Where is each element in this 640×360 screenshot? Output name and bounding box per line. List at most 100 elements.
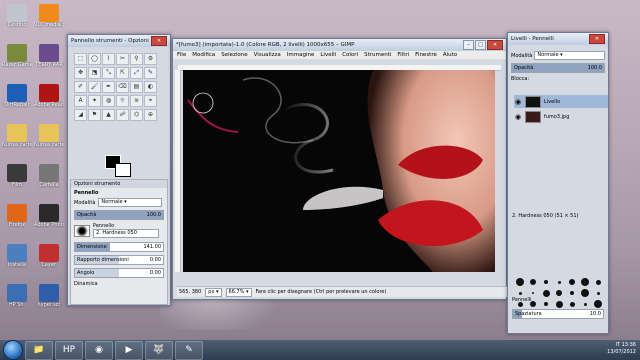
brush-option[interactable] bbox=[579, 299, 591, 309]
unit-select[interactable]: px ▾ bbox=[205, 287, 222, 297]
background-color[interactable] bbox=[115, 163, 131, 177]
layers-titlebar[interactable]: Livelli - Pennelli ✕ bbox=[508, 33, 608, 45]
desktop-icon[interactable]: VLC media player bbox=[34, 4, 64, 28]
taskbar-app-icon[interactable]: ✎ bbox=[175, 340, 203, 360]
menu-item[interactable]: Aiuto bbox=[443, 52, 457, 58]
toolbox-window[interactable]: Pannello strumenti - Opzioni stru... ✕ ⬚… bbox=[67, 34, 171, 306]
menu-item[interactable]: Colori bbox=[342, 52, 358, 58]
tool-button[interactable]: ⚙ bbox=[144, 53, 157, 65]
menu-item[interactable]: Strumenti bbox=[364, 52, 391, 58]
desktop-icon[interactable]: Nuova cartella bbox=[2, 124, 32, 148]
spacing-slider[interactable]: Spaziatura 10.0 bbox=[512, 309, 604, 319]
brush-option[interactable] bbox=[579, 277, 591, 287]
tool-button[interactable]: ⌬ bbox=[130, 109, 143, 121]
size-slider[interactable]: Dimensione 141.00 bbox=[74, 242, 164, 252]
desktop-icon[interactable]: Razer Game Booster bbox=[2, 44, 32, 68]
taskbar-app-icon[interactable]: 📁 bbox=[25, 340, 53, 360]
tool-button[interactable]: ◯ bbox=[88, 53, 101, 65]
menu-item[interactable]: Selezione bbox=[221, 52, 247, 58]
tool-button[interactable]: A bbox=[74, 95, 87, 107]
brush-option[interactable] bbox=[514, 277, 526, 287]
tool-button[interactable]: ⬚ bbox=[74, 53, 87, 65]
menu-item[interactable]: Modifica bbox=[192, 52, 215, 58]
brush-option[interactable] bbox=[540, 299, 552, 309]
tool-button[interactable]: ▲ bbox=[102, 109, 115, 121]
tool-button[interactable]: ⊕ bbox=[144, 109, 157, 121]
taskbar-app-icon[interactable]: ◉ bbox=[85, 340, 113, 360]
brush-option[interactable] bbox=[566, 299, 578, 309]
brush-option[interactable] bbox=[540, 277, 552, 287]
close-button[interactable]: ✕ bbox=[151, 36, 167, 46]
brush-option[interactable] bbox=[592, 288, 604, 298]
tool-button[interactable]: ✥ bbox=[74, 67, 87, 79]
menu-item[interactable]: Filtri bbox=[397, 52, 409, 58]
brush-name-field[interactable]: 2. Hardness 050 bbox=[93, 229, 159, 238]
desktop-icon[interactable]: Adobe Reader bbox=[34, 84, 64, 108]
desktop-icon[interactable]: Nuova cartella (2) bbox=[34, 124, 64, 148]
close-button[interactable]: ✕ bbox=[589, 34, 605, 44]
desktop-icon[interactable]: TERRY RAR bbox=[34, 44, 64, 68]
brush-option[interactable] bbox=[553, 299, 565, 309]
brush-preview[interactable] bbox=[74, 224, 90, 237]
tool-button[interactable]: ◐ bbox=[144, 81, 157, 93]
desktop-icon[interactable]: DirtRepair bbox=[2, 84, 32, 108]
desktop-icon[interactable]: HP Sh. bbox=[2, 284, 32, 308]
menu-item[interactable]: Livelli bbox=[320, 52, 336, 58]
desktop-icon[interactable]: hyper.scr bbox=[34, 284, 64, 308]
color-swatches[interactable] bbox=[105, 155, 131, 177]
brush-option[interactable] bbox=[566, 277, 578, 287]
start-button[interactable] bbox=[3, 340, 23, 360]
brush-option[interactable] bbox=[579, 288, 591, 298]
tool-button[interactable]: 🖌 bbox=[88, 81, 101, 93]
tool-button[interactable]: ⬔ bbox=[88, 67, 101, 79]
tool-button[interactable]: ⤡ bbox=[102, 67, 115, 79]
menu-item[interactable]: Immagine bbox=[287, 52, 315, 58]
tool-button[interactable]: ⚑ bbox=[88, 109, 101, 121]
layer-mode-select[interactable]: Normale ▾ bbox=[534, 51, 605, 60]
angle-slider[interactable]: Angolo 0.00 bbox=[74, 268, 164, 278]
tool-button[interactable]: ⌇ bbox=[102, 53, 115, 65]
tool-button[interactable]: ⚲ bbox=[130, 53, 143, 65]
tool-button[interactable]: ☼ bbox=[116, 95, 129, 107]
tool-button[interactable]: ≋ bbox=[130, 95, 143, 107]
layers-window[interactable]: Livelli - Pennelli ✕ Modalità Normale ▾ … bbox=[507, 32, 609, 334]
tool-button[interactable]: ✂ bbox=[116, 53, 129, 65]
tool-button[interactable]: ◢ bbox=[74, 109, 87, 121]
tool-button[interactable]: ⇱ bbox=[116, 67, 129, 79]
close-button[interactable]: ✕ bbox=[487, 40, 503, 50]
tool-button[interactable]: ⌖ bbox=[144, 95, 157, 107]
brush-option[interactable] bbox=[592, 299, 604, 309]
desktop-icon[interactable]: Firefox bbox=[2, 204, 32, 228]
tool-button[interactable]: ✎ bbox=[144, 67, 157, 79]
layer-row[interactable]: ◉ Livello bbox=[514, 95, 608, 108]
minimize-button[interactable]: – bbox=[463, 40, 474, 50]
opacity-slider[interactable]: Opacità 100.0 bbox=[74, 210, 164, 220]
tool-button[interactable]: ◍ bbox=[102, 95, 115, 107]
menu-item[interactable]: File bbox=[177, 52, 186, 58]
tool-button[interactable]: ⤢ bbox=[130, 67, 143, 79]
layer-row[interactable]: ◉ fumo3.jpg bbox=[514, 110, 608, 123]
brush-option[interactable] bbox=[553, 288, 565, 298]
layer-opacity-slider[interactable]: Opacità 100.0 bbox=[511, 63, 605, 73]
brushes-tab-label[interactable]: Pennelli bbox=[512, 297, 532, 303]
tool-button[interactable]: ✦ bbox=[88, 95, 101, 107]
brush-option[interactable] bbox=[566, 288, 578, 298]
taskbar-app-icon[interactable]: HP bbox=[55, 340, 83, 360]
menu-item[interactable]: Visualizza bbox=[254, 52, 281, 58]
tool-button[interactable]: ✐ bbox=[74, 81, 87, 93]
eye-icon[interactable]: ◉ bbox=[514, 113, 522, 121]
maximize-button[interactable]: □ bbox=[475, 40, 486, 50]
mode-select[interactable]: Normale ▾ bbox=[98, 198, 163, 207]
desktop-icon[interactable]: Installa bbox=[2, 244, 32, 268]
brush-option[interactable] bbox=[540, 288, 552, 298]
language-indicator[interactable]: IT bbox=[615, 342, 620, 348]
desktop-icon[interactable]: Film bbox=[2, 164, 32, 188]
brush-option[interactable] bbox=[592, 277, 604, 287]
taskbar-app-icon[interactable]: ▶ bbox=[115, 340, 143, 360]
brush-option[interactable] bbox=[527, 277, 539, 287]
image-titlebar[interactable]: *[fumo3] (importata)-1.0 (Colore RGB, 2 … bbox=[173, 39, 506, 51]
zoom-select[interactable]: 66.7% ▾ bbox=[225, 287, 252, 297]
ratio-slider[interactable]: Rapporto dimensioni 0.00 bbox=[74, 255, 164, 265]
image-canvas[interactable] bbox=[183, 70, 495, 272]
brush-option[interactable] bbox=[553, 277, 565, 287]
